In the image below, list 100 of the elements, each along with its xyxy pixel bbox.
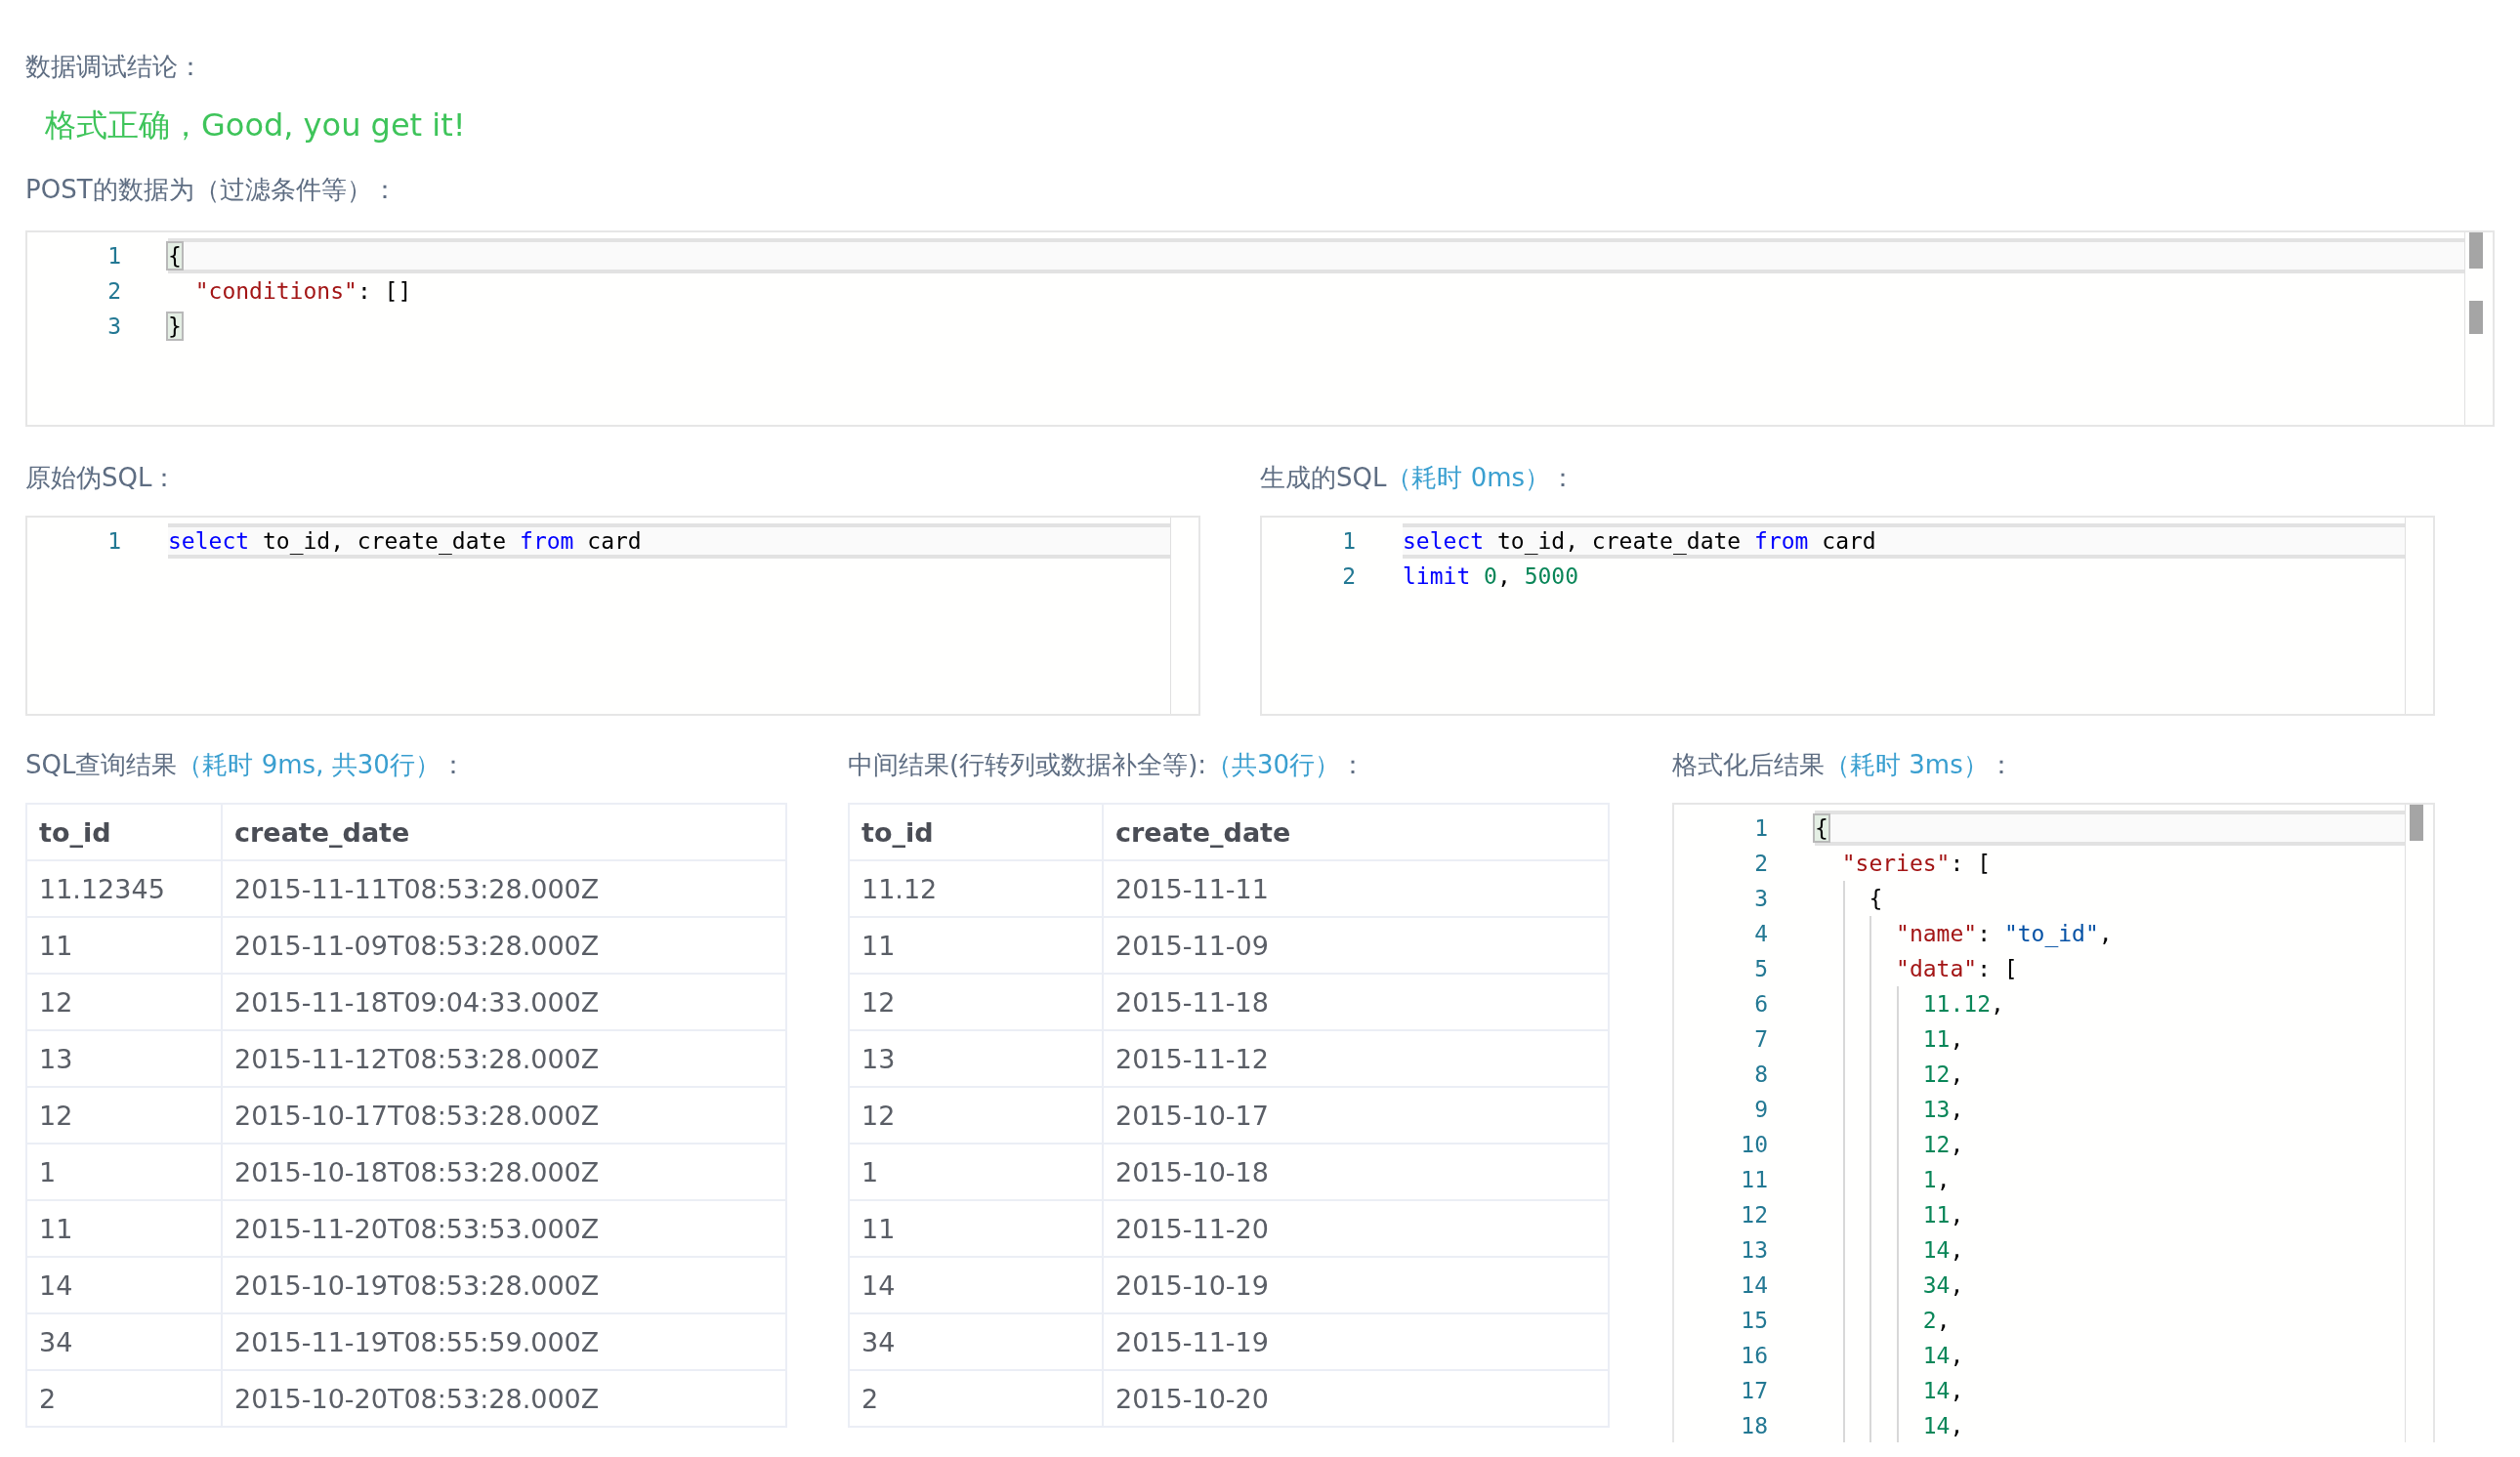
table-cell: 11 [849, 917, 1103, 974]
line-number: 3 [1753, 886, 1768, 911]
table-cell: 2015-11-09 [1103, 917, 1609, 974]
line-number: 1 [106, 243, 121, 269]
line-number: 9 [1753, 1097, 1768, 1122]
section-label: 数据调试结论： [25, 52, 203, 81]
line-number: 6 [1753, 991, 1768, 1017]
code-line: 14, [1815, 1338, 2405, 1373]
table-cell: 2015-11-19T08:55:59.000Z [222, 1313, 786, 1370]
code-line: 1, [1815, 1162, 2405, 1197]
timing-note: （耗时 3ms） [1825, 750, 1989, 779]
line-number: 11 [1740, 1167, 1768, 1192]
code-line: "series": [ [1840, 850, 1993, 878]
code-line: "data": [ [1815, 951, 2405, 986]
code-line: 14, [1815, 1232, 2405, 1268]
line-number: 1 [1341, 528, 1356, 554]
line-number: 17 [1740, 1378, 1768, 1403]
line-number: 2 [1753, 851, 1768, 876]
code-line: 11.12, [1815, 986, 2405, 1021]
table-cell: 2015-10-19T08:53:28.000Z [222, 1257, 786, 1313]
table-cell: 2015-10-18T08:53:28.000Z [222, 1144, 786, 1200]
table-cell: 13 [26, 1030, 222, 1087]
line-number: 5 [1753, 956, 1768, 981]
column-header[interactable]: create_date [1103, 804, 1609, 860]
line-number: 1 [1753, 815, 1768, 841]
section-label: 生成的SQL [1260, 463, 1387, 492]
column-header[interactable]: create_date [222, 804, 786, 860]
line-number: 10 [1740, 1132, 1768, 1157]
section-label: 格式化后结果 [1672, 750, 1825, 779]
table-cell: 12 [849, 1087, 1103, 1144]
code-line: 12, [1815, 1057, 2405, 1092]
table-cell: 2015-11-11 [1103, 860, 1609, 917]
table-cell: 12 [26, 1087, 222, 1144]
table-cell: 11 [26, 917, 222, 974]
line-number: 13 [1740, 1237, 1768, 1263]
table-cell: 14 [849, 1257, 1103, 1313]
label-colon: ： [440, 750, 466, 779]
table-cell: 2015-11-09T08:53:28.000Z [222, 917, 786, 974]
table-cell: 14 [26, 1257, 222, 1313]
table-cell: 2015-10-18 [1103, 1144, 1609, 1200]
column-header[interactable]: to_id [849, 804, 1103, 860]
table-cell: 12 [26, 974, 222, 1030]
table-cell: 13 [849, 1030, 1103, 1087]
table-cell: 11 [26, 1200, 222, 1257]
line-number: 7 [1753, 1026, 1768, 1052]
line-number: 1 [106, 528, 121, 554]
table-cell: 1 [26, 1144, 222, 1200]
line-number: 8 [1753, 1062, 1768, 1087]
code-line: { [1815, 881, 2405, 916]
table-cell: 2015-10-19 [1103, 1257, 1609, 1313]
table-cell: 2015-11-20 [1103, 1200, 1609, 1257]
label-colon: ： [1988, 750, 2014, 779]
table-cell: 12 [849, 974, 1103, 1030]
code-line: 14, [1815, 1408, 2405, 1442]
timing-note: （共30行） [1206, 750, 1341, 779]
table-cell: 2015-11-11T08:53:28.000Z [222, 860, 786, 917]
section-label: 中间结果(行转列或数据补全等): [848, 750, 1207, 779]
line-number: 2 [106, 278, 121, 304]
code-line: limit 0, 5000 [1403, 562, 1580, 591]
table-cell: 34 [26, 1313, 222, 1370]
column-header[interactable]: to_id [26, 804, 222, 860]
line-number: 2 [1341, 563, 1356, 589]
table-cell: 2015-11-12T08:53:28.000Z [222, 1030, 786, 1087]
section-label: 原始伪SQL： [25, 463, 178, 492]
table-cell: 2 [26, 1370, 222, 1427]
line-number: 16 [1740, 1343, 1768, 1368]
table-cell: 2015-10-17 [1103, 1087, 1609, 1144]
table-cell: 2 [849, 1370, 1103, 1427]
success-message: 格式正确，Good, you get it! [45, 105, 467, 146]
table-cell: 2015-11-18 [1103, 974, 1609, 1030]
table-cell: 2015-10-17T08:53:28.000Z [222, 1087, 786, 1144]
code-line: 34, [1815, 1268, 2405, 1303]
table-cell: 11.12 [849, 860, 1103, 917]
table-cell: 2015-11-20T08:53:53.000Z [222, 1200, 786, 1257]
code-line: 14, [1815, 1373, 2405, 1408]
line-number: 4 [1753, 921, 1768, 946]
timing-note: （耗时 9ms, 共30行） [177, 750, 441, 779]
timing-note: （耗时 0ms） [1386, 463, 1551, 492]
line-number: 15 [1740, 1308, 1768, 1333]
line-number: 18 [1740, 1413, 1768, 1438]
label-colon: ： [1340, 750, 1366, 779]
code-line: "conditions": [] [193, 277, 413, 306]
section-label: POST的数据为（过滤条件等）： [25, 175, 398, 204]
code-line: 2, [1815, 1303, 2405, 1338]
table-cell: 34 [849, 1313, 1103, 1370]
table-cell: 2015-11-12 [1103, 1030, 1609, 1087]
table-cell: 1 [849, 1144, 1103, 1200]
code-line: 12, [1815, 1127, 2405, 1162]
code-line: 11, [1815, 1197, 2405, 1232]
table-cell: 2015-11-18T09:04:33.000Z [222, 974, 786, 1030]
code-line: 11, [1815, 1021, 2405, 1057]
code-line: "name": "to_id", [1815, 916, 2405, 951]
table-cell: 11.12345 [26, 860, 222, 917]
section-label: SQL查询结果 [25, 750, 178, 779]
code-line: 13, [1815, 1092, 2405, 1127]
line-number: 3 [106, 313, 121, 339]
line-number: 14 [1740, 1272, 1768, 1298]
table-cell: 11 [849, 1200, 1103, 1257]
table-cell: 2015-11-19 [1103, 1313, 1609, 1370]
line-number: 12 [1740, 1202, 1768, 1228]
